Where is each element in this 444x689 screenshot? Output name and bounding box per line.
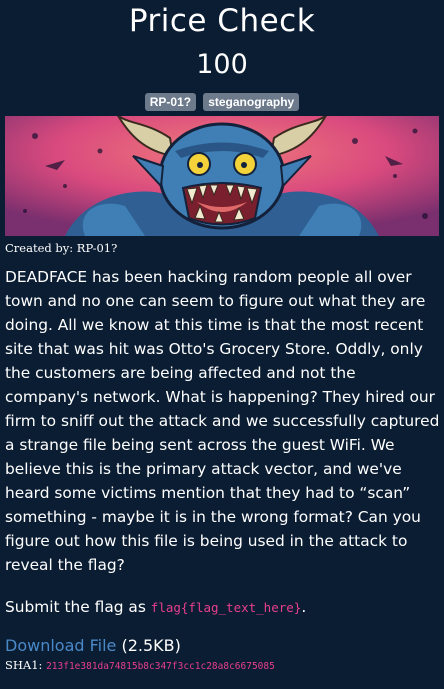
sha1-row: SHA1: 213f1e381da74815b8c347f3cc1c28a8c6… bbox=[5, 658, 275, 672]
tag-category: steganography bbox=[203, 93, 300, 111]
sha1-hash: 213f1e381da74815b8c347f3cc1c28a8c6675085 bbox=[46, 661, 275, 672]
challenge-description: DEADFACE has been hacking random people … bbox=[5, 268, 440, 574]
download-file-link[interactable]: Download File bbox=[5, 636, 116, 655]
download-row: Download File (2.5KB) bbox=[5, 635, 181, 657]
author-name: RP-01? bbox=[76, 241, 118, 255]
created-by-label: Created by: bbox=[5, 241, 74, 255]
tag-list: RP-01? steganography bbox=[0, 91, 444, 111]
monster-illustration bbox=[5, 116, 439, 236]
flag-format: flag{flag_text_here} bbox=[150, 600, 302, 615]
challenge-banner-image bbox=[5, 116, 439, 236]
challenge-points: 100 bbox=[196, 49, 248, 80]
submit-prefix: Submit the flag as bbox=[5, 598, 146, 616]
challenge-title: Price Check bbox=[128, 3, 316, 39]
file-size: (2.5KB) bbox=[121, 636, 181, 655]
submit-suffix: . bbox=[301, 598, 307, 616]
created-by: Created by: RP-01? bbox=[5, 241, 117, 255]
tag-author: RP-01? bbox=[144, 93, 197, 111]
challenge-panel: Price Check 100 RP-01? steganography Cre… bbox=[0, 2, 444, 689]
submit-instructions: Submit the flag as flag{flag_text_here}. bbox=[5, 596, 439, 619]
sha1-label: SHA1: bbox=[5, 658, 43, 672]
